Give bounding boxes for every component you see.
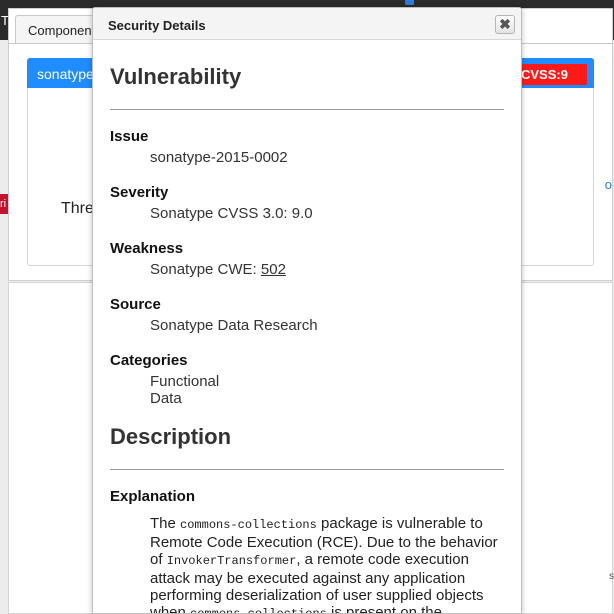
dialog-title: Security Details [108,18,206,33]
category-item: Data [150,390,182,407]
explanation-text: The commons-collections package is vulne… [150,515,510,614]
package-name: sonatype [37,66,94,82]
severity-label: Severity [110,184,169,201]
threat-text: Thre [61,200,94,217]
close-button[interactable]: ✖ [495,15,515,34]
cwe-link[interactable]: 502 [261,261,286,278]
issue-value: sonatype-2015-0002 [150,149,288,166]
heading-rule [110,469,504,470]
explanation-part: is present on the [326,604,442,614]
code-term: InvokerTransformer [166,554,297,568]
issue-label: Issue [110,128,149,145]
weakness-value: Sonatype CWE: 502 [150,261,286,278]
description-heading: Description [110,424,232,449]
code-term: commons-collections [190,607,327,614]
categories-label: Categories [110,352,188,369]
heading-rule [110,109,504,110]
weakness-prefix: Sonatype CWE: [150,261,261,278]
source-value: Sonatype Data Research [150,317,318,334]
explanation-part: The [150,515,181,532]
severity-value: Sonatype CVSS 3.0: 9.0 [150,205,313,222]
explanation-label: Explanation [110,488,196,505]
vulnerability-heading: Vulnerability [110,64,242,89]
side-status-tab[interactable]: ri [0,194,8,214]
dialog-titlebar[interactable]: Security Details ✖ [93,8,521,40]
topbar-accent [405,0,414,5]
weakness-label: Weakness [110,240,184,257]
source-label: Source [110,296,161,313]
lower-right-text: s [609,571,614,582]
close-icon: ✖ [499,16,511,32]
cvss-badge: CVSS:9 [515,64,587,85]
category-item: Functional [150,373,220,390]
side-link[interactable]: o [605,177,612,192]
code-term: commons-collections [180,518,317,532]
security-details-dialog: Security Details ✖ Vulnerability Issue s… [92,7,522,614]
